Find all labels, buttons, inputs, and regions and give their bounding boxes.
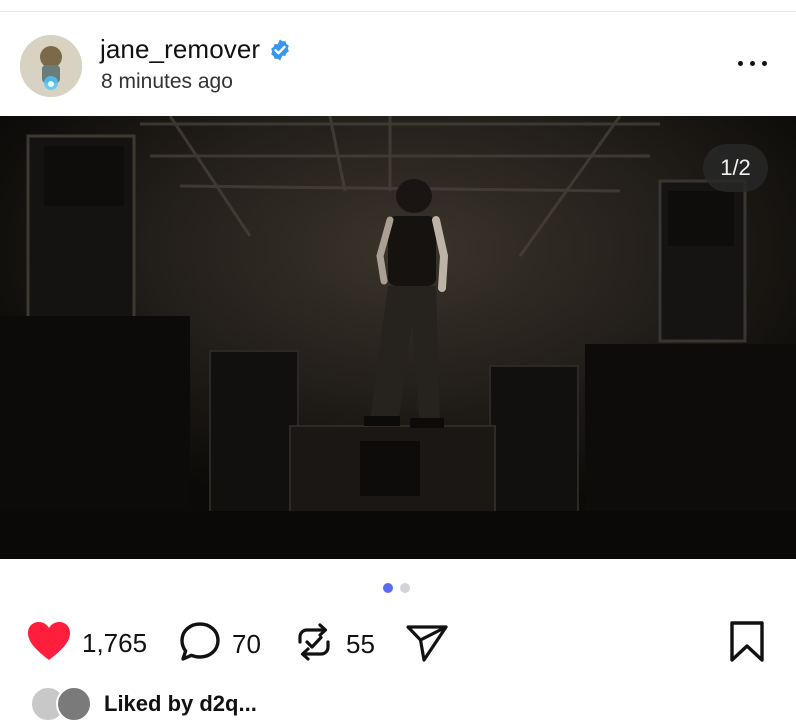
carousel-dot-2[interactable]: [400, 583, 410, 593]
action-bar: 1,765 70 55: [0, 615, 796, 667]
liked-by-row[interactable]: Liked by d2q...: [30, 686, 257, 722]
repost-button[interactable]: 55: [292, 620, 375, 669]
more-horizontal-icon: [738, 61, 743, 66]
send-icon: [404, 620, 450, 669]
comment-button[interactable]: 70: [178, 620, 261, 669]
verified-badge-icon: [268, 38, 292, 62]
bookmark-button[interactable]: [728, 620, 766, 669]
more-dot: [762, 61, 767, 66]
liked-by-text: Liked by d2q...: [104, 691, 257, 716]
heart-filled-icon: [26, 620, 72, 667]
repost-count: 55: [346, 629, 375, 659]
avatar[interactable]: [20, 35, 82, 97]
liker-avatar: [56, 686, 92, 722]
comment-count: 70: [232, 629, 261, 659]
share-button[interactable]: [404, 620, 450, 669]
carousel-dot-1[interactable]: [383, 583, 393, 593]
repost-icon: [292, 620, 336, 669]
post-media[interactable]: 1/2: [0, 116, 796, 559]
more-options-button[interactable]: [736, 54, 770, 72]
more-dot: [750, 61, 755, 66]
bookmark-icon: [728, 620, 766, 669]
comment-bubble-icon: [178, 620, 222, 669]
like-button[interactable]: 1,765: [26, 620, 147, 667]
username[interactable]: jane_remover: [100, 34, 260, 65]
post-timestamp: 8 minutes ago: [101, 70, 233, 93]
media-counter: 1/2: [703, 144, 768, 192]
post-header: jane_remover 8 minutes ago: [0, 12, 796, 116]
username-row: jane_remover: [100, 34, 292, 65]
carousel-indicator: [383, 583, 410, 593]
like-count: 1,765: [82, 628, 148, 658]
